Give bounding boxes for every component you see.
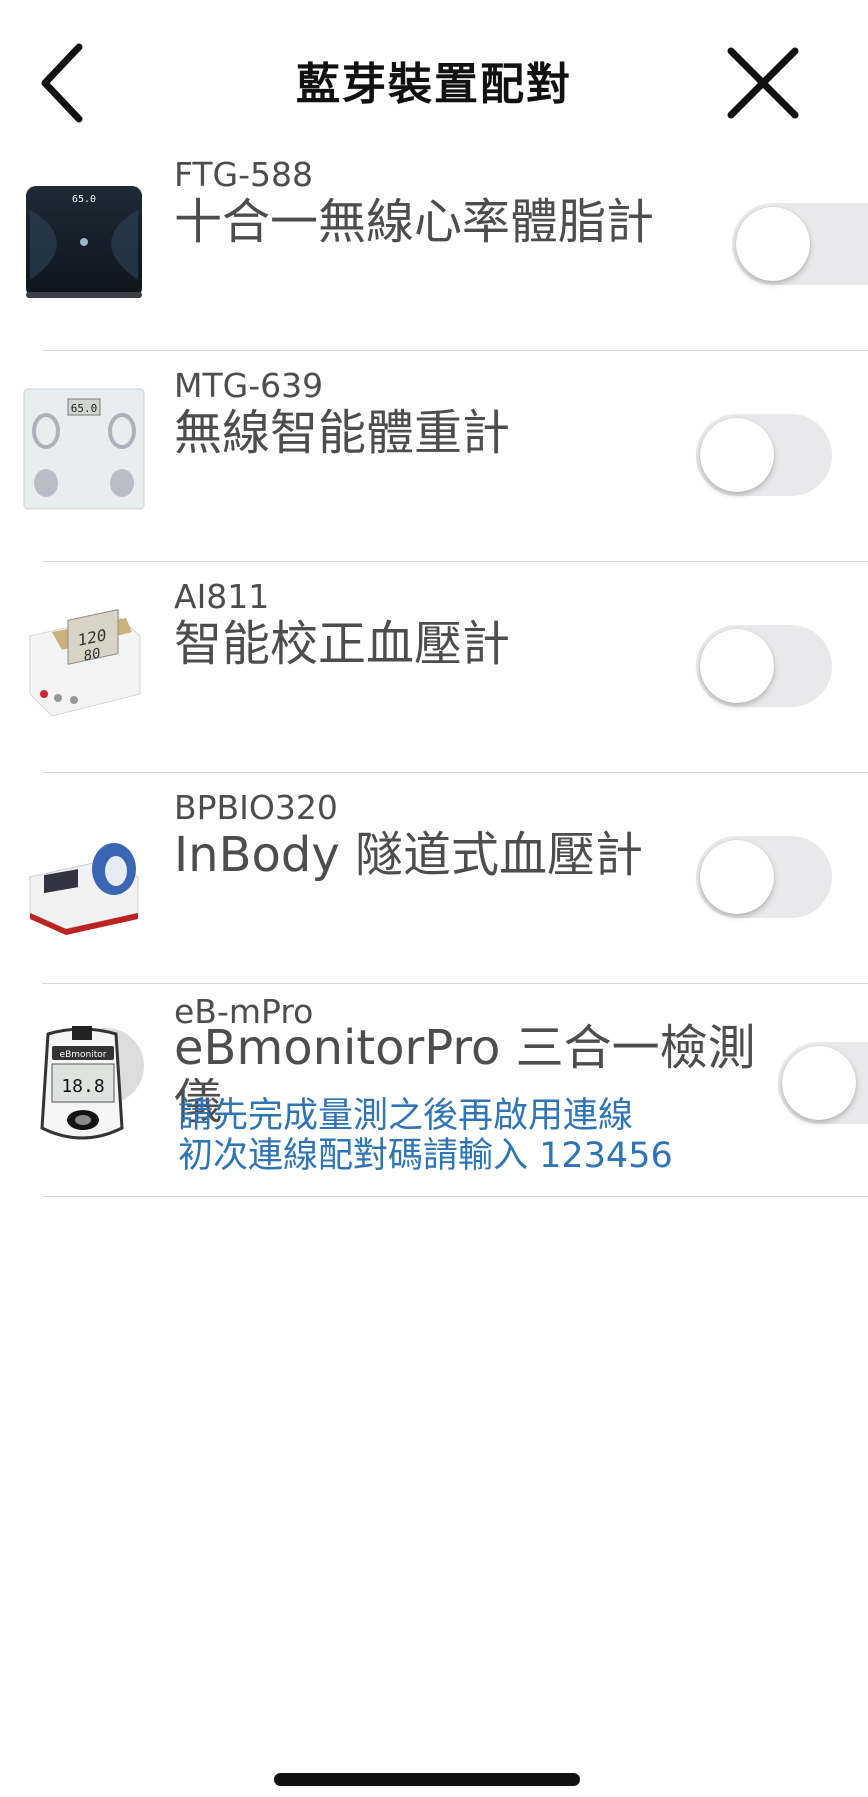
device-row-ftg-588: 65.0 FTG-588 十合一無線心率體脂計	[0, 140, 868, 351]
svg-text:65.0: 65.0	[71, 402, 98, 415]
device-model: BPBIO320	[174, 788, 338, 827]
toggle-knob	[700, 418, 774, 492]
toggle-knob	[700, 629, 774, 703]
toggle-knob	[782, 1046, 856, 1120]
divider	[42, 1196, 868, 1197]
bluetooth-toggle[interactable]	[732, 203, 868, 285]
svg-text:eBmonitor: eBmonitor	[60, 1050, 107, 1060]
device-row-mtg-639: 65.0 MTG-639 無線智能體重計	[0, 351, 868, 562]
close-icon	[727, 47, 799, 119]
device-model: FTG-588	[174, 155, 314, 194]
device-model: AI811	[174, 577, 270, 616]
toggle-knob	[700, 840, 774, 914]
svg-text:18.8: 18.8	[61, 1076, 104, 1097]
bluetooth-toggle[interactable]	[696, 414, 832, 496]
body-fat-scale-image: 65.0	[26, 186, 142, 298]
toggle-knob	[736, 207, 810, 281]
device-name: 無線智能體重計	[174, 405, 511, 461]
bluetooth-toggle[interactable]	[696, 836, 832, 918]
glucose-meter-image: eBmonitor 18.8	[40, 1026, 144, 1140]
device-model: MTG-639	[174, 366, 324, 405]
svg-text:65.0: 65.0	[72, 194, 96, 205]
pairing-note-line2: 初次連線配對碼請輸入 123456	[178, 1136, 673, 1176]
device-row-eb-mpro: eBmonitor 18.8 eB-mPro eBmonitorPro 三合一檢…	[0, 984, 868, 1197]
weight-scale-image: 65.0	[23, 388, 145, 510]
blood-pressure-monitor-image: 120 80	[29, 608, 141, 717]
bluetooth-toggle[interactable]	[696, 625, 832, 707]
device-row-bpbio320: BPBIO320 InBody 隧道式血壓計	[0, 773, 868, 984]
close-button[interactable]	[718, 38, 808, 128]
device-name-line1: eBmonitorPro 三合一檢測	[174, 1020, 756, 1076]
device-name: InBody 隧道式血壓計	[174, 827, 644, 883]
navigation-header: 藍芽裝置配對	[0, 0, 868, 160]
bluetooth-toggle[interactable]	[778, 1042, 868, 1124]
device-name: 智能校正血壓計	[174, 616, 511, 672]
device-row-ai811: 120 80 AI811 智能校正血壓計	[0, 562, 868, 773]
pairing-note-line1: 請先完成量測之後再啟用連線	[178, 1096, 634, 1136]
tunnel-bp-monitor-image	[29, 843, 139, 935]
home-indicator	[274, 1773, 580, 1786]
device-name: 十合一無線心率體脂計	[174, 194, 655, 250]
